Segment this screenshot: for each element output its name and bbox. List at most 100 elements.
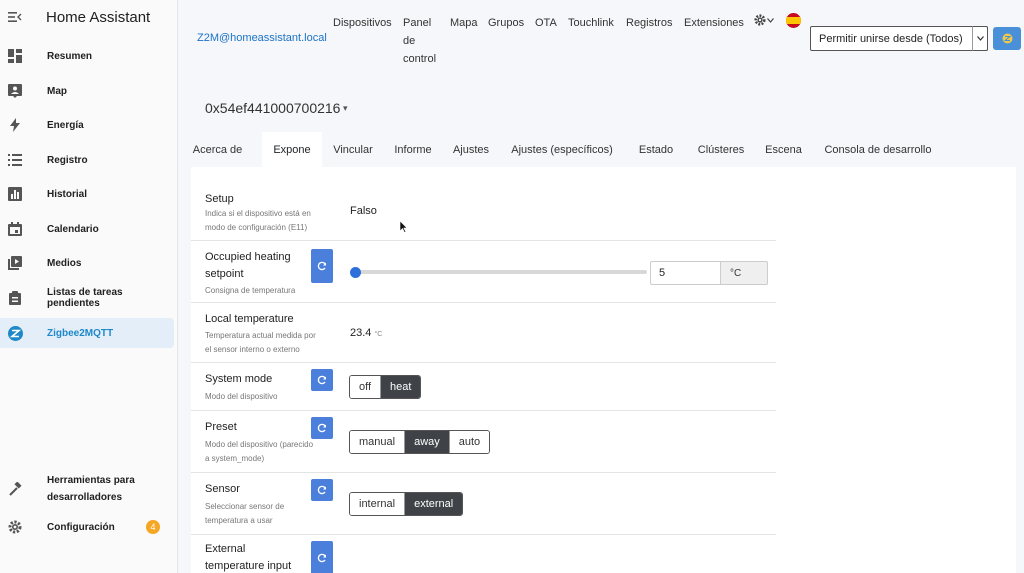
sidebar-item-label: Calendario	[47, 223, 99, 235]
setpoint-slider-track[interactable]	[355, 270, 647, 274]
sidebar-item-registro[interactable]: Registro	[0, 145, 174, 175]
sidebar-item-zigbee2mqtt[interactable]: Zigbee2MQTT	[0, 318, 174, 348]
title-line2: setpoint	[205, 268, 244, 280]
settings-dropdown[interactable]	[754, 14, 774, 26]
media-icon	[7, 255, 23, 271]
sensor-option-internal[interactable]: internal	[350, 493, 406, 515]
chart-icon	[7, 186, 23, 202]
sidebar-item-calendario[interactable]: Calendario	[0, 214, 174, 244]
local-temperature-unit: °C	[374, 331, 383, 338]
dev-tools-line2: desarrolladores	[47, 492, 123, 503]
desc-line1: Temperatura actual medida por	[205, 331, 316, 340]
expose-title: External temperature input	[205, 541, 291, 573]
refresh-button[interactable]	[311, 249, 333, 283]
expose-description: Modo del dispositivo (parecido a system_m…	[205, 438, 313, 466]
permit-join-select[interactable]: Permitir unirse desde (Todos)	[810, 26, 988, 51]
nav-ota[interactable]: OTA	[535, 14, 557, 32]
expose-row-system-mode: System mode Modo del dispositivo off hea…	[191, 363, 776, 411]
sidebar-item-resumen[interactable]: Resumen	[0, 41, 174, 71]
sidebar-item-energia[interactable]: Energía	[0, 110, 174, 140]
nav-groups[interactable]: Grupos	[488, 14, 524, 32]
refresh-button[interactable]	[311, 417, 333, 439]
expose-row-heating-setpoint: Occupied heating setpoint Consigna de tem…	[191, 241, 776, 303]
sidebar-item-label: Zigbee2MQTT	[47, 327, 114, 339]
spain-flag-icon[interactable]	[786, 13, 801, 28]
expose-row-setup: Setup Indica si el dispositivo está en mo…	[191, 181, 776, 241]
permit-join-button[interactable]	[993, 27, 1021, 50]
tab-expone[interactable]: Expone	[262, 132, 322, 167]
refresh-icon	[317, 375, 327, 385]
nav-dashboard-line1: Panel	[403, 17, 432, 29]
tab-consola[interactable]: Consola de desarrollo	[819, 132, 937, 167]
system-mode-option-heat[interactable]: heat	[381, 376, 421, 398]
sidebar-header: Home Assistant	[0, 0, 177, 34]
setup-value: Falso	[350, 205, 377, 217]
device-selector[interactable]: 0x54ef441000700216	[205, 100, 340, 116]
expose-description: Modo del dispositivo	[205, 392, 278, 401]
sidebar-item-label: Map	[47, 85, 67, 97]
desc-line1: Seleccionar sensor de	[205, 502, 285, 511]
tab-estado[interactable]: Estado	[633, 132, 679, 167]
expose-row-preset: Preset Modo del dispositivo (parecido a s…	[191, 411, 776, 473]
z2m-topbar: Z2M@homeassistant.local Dispositivos Pan…	[178, 0, 1024, 80]
setpoint-input[interactable]: 5	[650, 261, 721, 285]
gear-icon	[7, 519, 23, 535]
nav-logs[interactable]: Registros	[626, 14, 672, 32]
preset-option-away[interactable]: away	[405, 431, 450, 453]
system-mode-option-off[interactable]: off	[350, 376, 382, 398]
nav-devices[interactable]: Dispositivos	[333, 14, 392, 32]
nav-extensions[interactable]: Extensiones	[684, 14, 744, 32]
permit-join-dropdown-toggle[interactable]	[972, 26, 988, 51]
tab-ajustes[interactable]: Ajustes	[450, 132, 492, 167]
refresh-icon	[317, 485, 327, 495]
nav-dashboard[interactable]: Panel de control	[403, 14, 436, 68]
hammer-icon	[7, 481, 23, 497]
sidebar-item-dev-tools[interactable]: Herramientas para desarrolladores	[0, 471, 174, 507]
sidebar-item-label: Historial	[47, 188, 88, 200]
sensor-option-external[interactable]: external	[405, 493, 463, 515]
tab-ajustes-especificos[interactable]: Ajustes (específicos)	[506, 132, 618, 167]
tab-acerca-de[interactable]: Acerca de	[191, 132, 244, 167]
sidebar-item-medios[interactable]: Medios	[0, 248, 174, 278]
setpoint-slider-thumb[interactable]	[350, 267, 361, 278]
expose-row-sensor: Sensor Seleccionar sensor de temperatura …	[191, 473, 776, 535]
expose-description: Indica si el dispositivo está en modo de …	[205, 207, 311, 235]
exposes-card: Setup Indica si el dispositivo está en mo…	[191, 167, 1016, 573]
title-line1: Occupied heating	[205, 251, 291, 263]
expose-title: Occupied heating setpoint	[205, 249, 291, 283]
expose-title: Preset	[205, 421, 237, 433]
title-line1: External	[205, 543, 246, 555]
sidebar-item-listas[interactable]: Listas de tareas pendientes	[0, 283, 174, 313]
expose-title: System mode	[205, 373, 273, 385]
menu-toggle-button[interactable]	[0, 0, 30, 34]
tab-escena[interactable]: Escena	[762, 132, 805, 167]
zigbee-join-icon	[1002, 33, 1012, 44]
tab-vincular[interactable]: Vincular	[329, 132, 377, 167]
z2m-instance-link[interactable]: Z2M@homeassistant.local	[197, 32, 327, 44]
sidebar-item-configuracion[interactable]: Configuración 4	[0, 512, 174, 542]
desc-line2: temperatura a usar	[205, 516, 273, 525]
expose-title: Sensor	[205, 483, 240, 495]
tab-clusteres[interactable]: Clústeres	[693, 132, 749, 167]
desc-line2: modo de configuración (E11)	[205, 223, 308, 232]
sidebar-item-label: Herramientas para desarrolladores	[47, 472, 135, 506]
local-temperature-number: 23.4	[350, 327, 372, 339]
menu-collapse-icon	[8, 12, 22, 22]
expose-description: Temperatura actual medida por el sensor i…	[205, 329, 316, 357]
sidebar-item-map[interactable]: Map	[0, 76, 174, 106]
refresh-button[interactable]	[311, 479, 333, 501]
refresh-button[interactable]	[311, 369, 333, 391]
preset-option-manual[interactable]: manual	[350, 431, 406, 453]
sidebar: Home Assistant Resumen Map Energía Regis…	[0, 0, 178, 573]
sidebar-item-historial[interactable]: Historial	[0, 179, 174, 209]
refresh-button[interactable]	[311, 541, 333, 573]
tab-informe[interactable]: Informe	[390, 132, 436, 167]
title-line2: temperature input	[205, 560, 292, 572]
preset-option-auto[interactable]: auto	[449, 431, 490, 453]
preset-toggle-group: manual away auto	[349, 430, 491, 454]
nav-map[interactable]: Mapa	[450, 14, 478, 32]
nav-touchlink[interactable]: Touchlink	[568, 14, 614, 32]
device-selector-caret-icon[interactable]: ▾	[343, 103, 348, 114]
desc-line2: a system_mode)	[205, 454, 265, 463]
sidebar-item-label: Listas de tareas pendientes	[47, 287, 123, 309]
